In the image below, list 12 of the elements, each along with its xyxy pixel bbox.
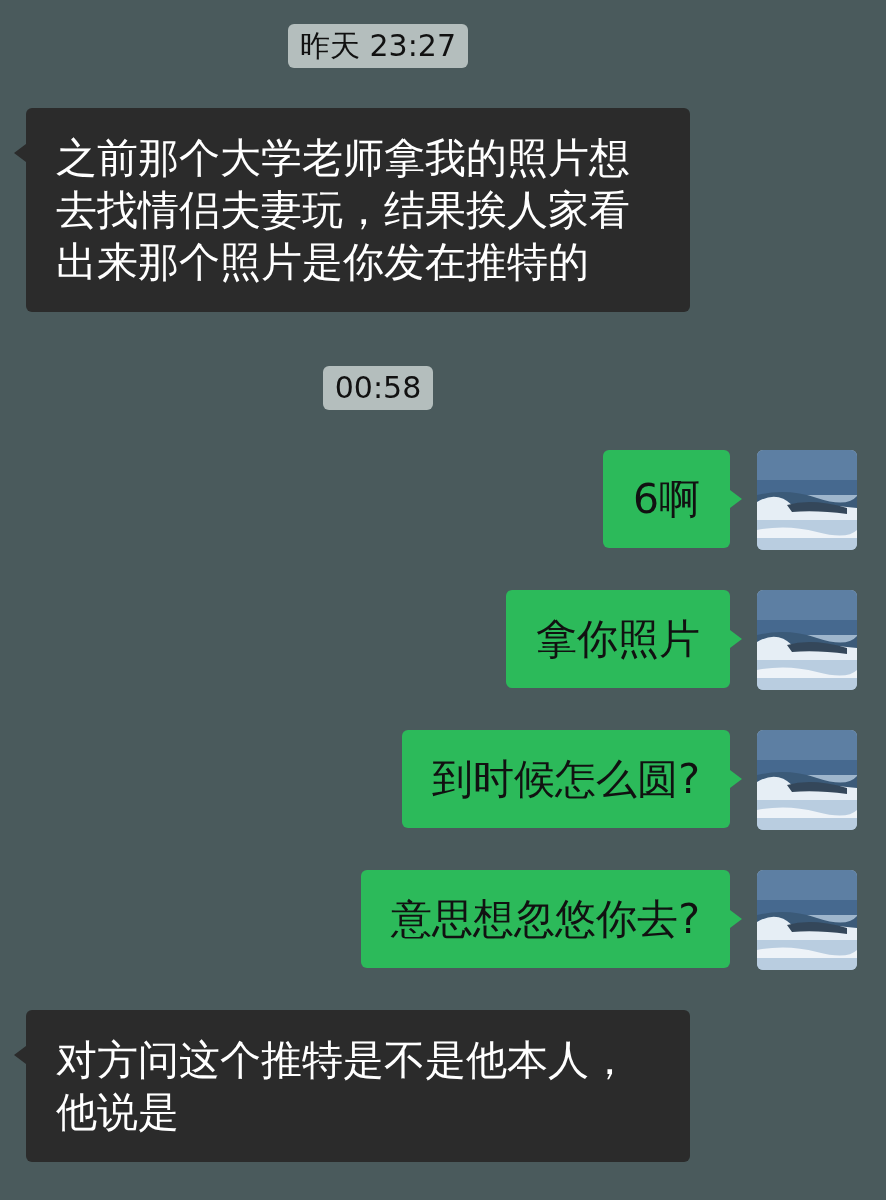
message-bubble: 之前那个大学老师拿我的照片想去找情侣夫妻玩，结果挨人家看出来那个照片是你发在推特的 [26,108,690,312]
bubble-tail [730,910,742,928]
message-bubble: 到时候怎么圆? [402,730,730,828]
bubble-tail [730,770,742,788]
bubble-tail [730,490,742,508]
message-bubble: 6啊 [602,450,730,548]
message-bubble: 对方问这个推特是不是他本人，他说是 [26,1010,690,1162]
message-bubble: 拿你照片 [506,590,730,688]
timestamp: 00:58 [322,366,434,410]
bubble-tail [730,630,742,648]
message-bubble: 意思想忽悠你去? [361,870,730,968]
timestamp: 昨天 23:27 [288,24,468,68]
